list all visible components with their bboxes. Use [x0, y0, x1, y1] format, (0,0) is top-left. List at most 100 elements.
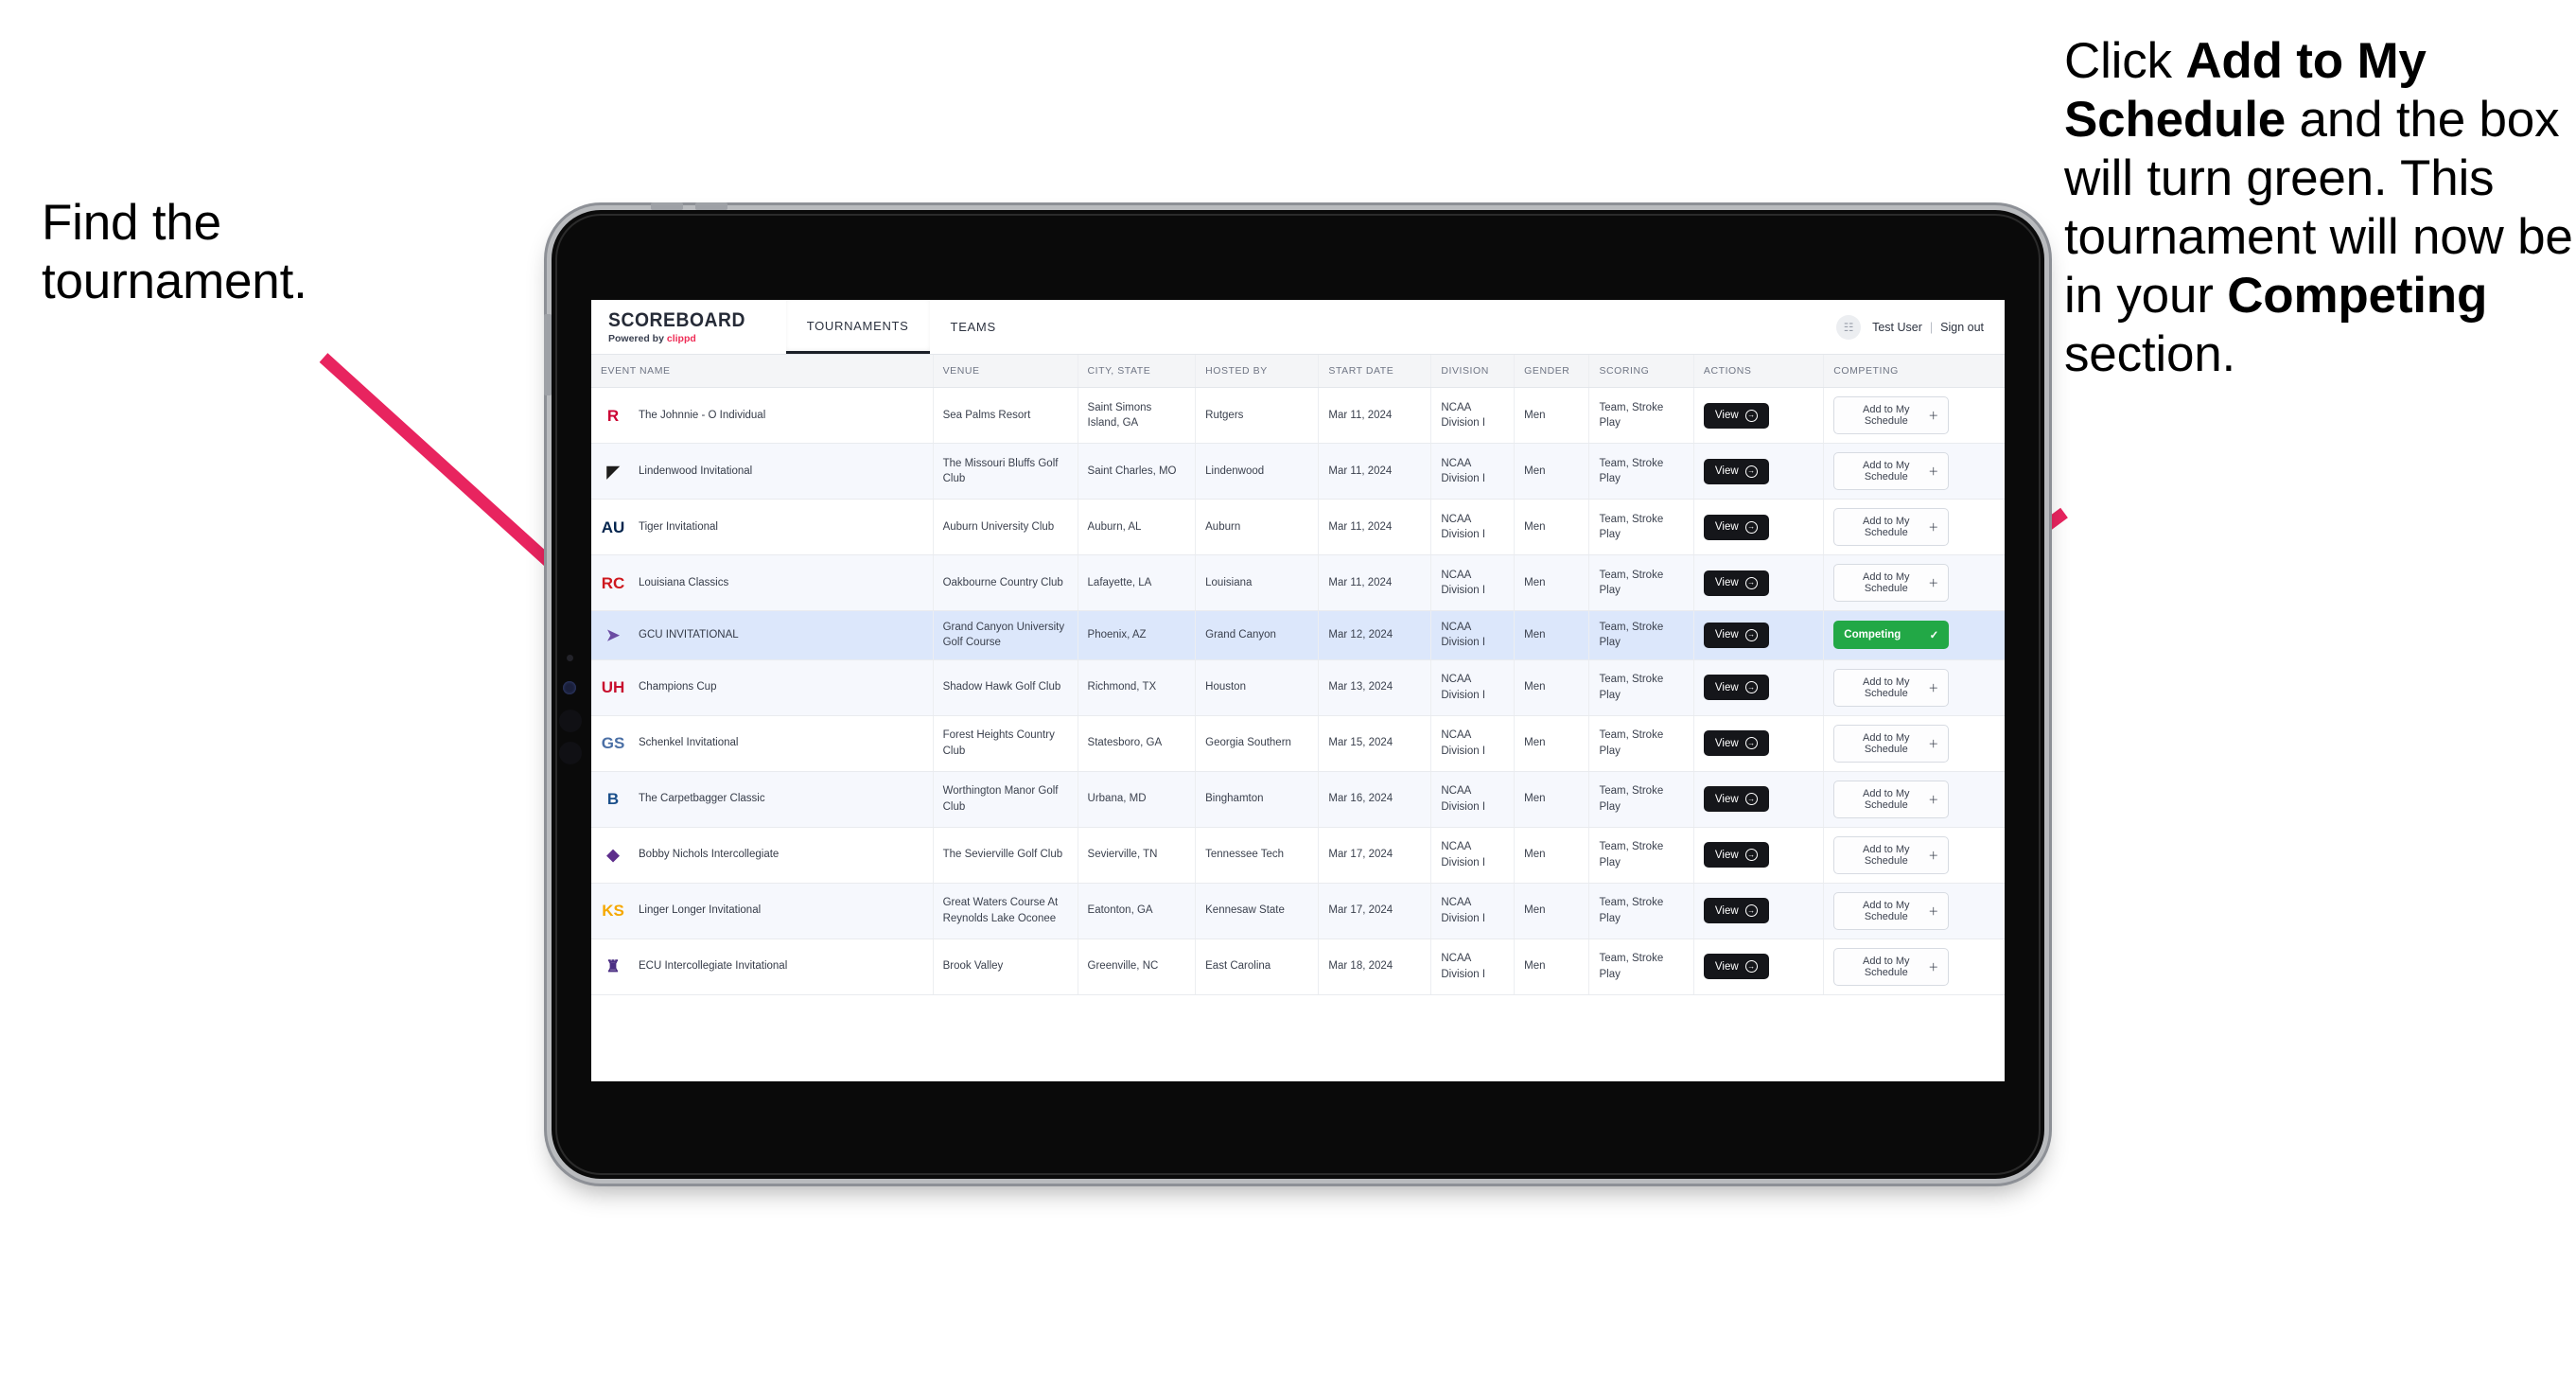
cell-event-name: GS Schenkel Invitational: [591, 715, 934, 772]
add-to-my-schedule-button[interactable]: Add to My Schedule ＋: [1833, 452, 1950, 490]
competing-button[interactable]: Competing ✓: [1833, 621, 1950, 650]
cell-hosted-by: Lindenwood: [1195, 443, 1320, 500]
cell-gender: Men: [1514, 554, 1590, 611]
cell-division: NCAA Division I: [1430, 827, 1516, 884]
view-button[interactable]: View →: [1703, 458, 1769, 484]
view-button[interactable]: View →: [1703, 954, 1769, 980]
add-to-my-schedule-button[interactable]: Add to My Schedule ＋: [1833, 508, 1950, 546]
brand-title: SCOREBOARD: [608, 308, 746, 331]
volume-down-button[interactable]: [695, 202, 727, 210]
add-to-my-schedule-button[interactable]: Add to My Schedule ＋: [1833, 396, 1950, 434]
cell-gender: Men: [1514, 771, 1590, 828]
louisiana-ragin-cajuns-logo: RC: [601, 573, 625, 592]
add-to-my-schedule-button[interactable]: Add to My Schedule ＋: [1833, 564, 1950, 602]
plus-icon: ＋: [1928, 738, 1939, 750]
cell-city-state: Saint Simons Island, GA: [1078, 387, 1197, 444]
arrow-right-circle-icon: →: [1744, 849, 1758, 862]
add-to-my-schedule-button[interactable]: Add to My Schedule ＋: [1833, 724, 1950, 763]
cell-division: NCAA Division I: [1430, 387, 1516, 444]
view-button[interactable]: View →: [1703, 675, 1769, 701]
user-separator: |: [1929, 320, 1934, 334]
cell-competing: Competing ✓: [1823, 610, 2005, 660]
annotation-right-segment-4: section.: [2064, 326, 2236, 382]
arrow-right-circle-icon: →: [1744, 793, 1758, 806]
cell-scoring: Team, Stroke Play: [1588, 659, 1694, 716]
view-button[interactable]: View →: [1703, 402, 1769, 429]
add-to-my-schedule-button[interactable]: Add to My Schedule ＋: [1833, 947, 1950, 986]
column-header-venue: VENUE: [933, 355, 1078, 388]
cell-competing: Add to My Schedule ＋: [1823, 827, 2005, 884]
event-cell: ◆ Bobby Nichols Intercollegiate: [601, 843, 923, 868]
cell-venue: Brook Valley: [933, 939, 1078, 995]
cell-hosted-by: Georgia Southern: [1195, 715, 1320, 772]
cell-actions: View →: [1693, 771, 1825, 828]
cell-competing: Add to My Schedule ＋: [1823, 387, 2005, 444]
annotation-find-tournament: Find the tournament.: [42, 194, 448, 311]
view-button[interactable]: View →: [1703, 730, 1769, 757]
cell-city-state: Eatonton, GA: [1078, 883, 1197, 939]
cell-start-date: Mar 11, 2024: [1318, 499, 1432, 555]
tab-tournaments[interactable]: TOURNAMENTS: [785, 300, 930, 354]
volume-up-button[interactable]: [651, 202, 683, 210]
view-button[interactable]: View →: [1703, 570, 1769, 596]
cell-scoring: Team, Stroke Play: [1588, 939, 1694, 995]
view-button[interactable]: View →: [1703, 842, 1769, 868]
power-button[interactable]: [544, 314, 552, 395]
table-row[interactable]: AU Tiger Invitational Auburn University Cl…: [591, 499, 2005, 555]
view-button-label: View: [1714, 681, 1739, 693]
table-row[interactable]: ◆ Bobby Nichols Intercollegiate The Sevier…: [591, 827, 2005, 884]
add-to-my-schedule-button[interactable]: Add to My Schedule ＋: [1833, 835, 1950, 874]
sign-out-link[interactable]: Sign out: [1940, 321, 1984, 334]
tab-teams[interactable]: TEAMS: [930, 300, 1017, 354]
cell-hosted-by: Rutgers: [1195, 387, 1320, 444]
cell-competing: Add to My Schedule ＋: [1823, 499, 2005, 555]
walkthrough-canvas: Find the tournament. Click Add to My Sch…: [0, 0, 2576, 1386]
table-row[interactable]: B The Carpetbagger Classic Worthington Man…: [591, 771, 2005, 828]
plus-icon: ＋: [1928, 961, 1939, 974]
camera-lens-upper: [559, 710, 582, 732]
user-avatar-icon[interactable]: ☷: [1836, 314, 1862, 340]
table-row[interactable]: ◤ Lindenwood Invitational The Missouri Blu…: [591, 443, 2005, 500]
plus-icon: ＋: [1928, 850, 1939, 862]
cell-event-name: ◆ Bobby Nichols Intercollegiate: [591, 827, 934, 884]
cell-actions: View →: [1693, 939, 1825, 995]
brand-logo: SCOREBOARD Powered by clippd: [608, 300, 786, 354]
event-name-label: Schenkel Invitational: [639, 737, 739, 749]
view-button[interactable]: View →: [1703, 786, 1769, 813]
cell-gender: Men: [1514, 659, 1590, 716]
arrow-right-circle-icon: →: [1744, 465, 1758, 478]
cell-city-state: Lafayette, LA: [1078, 554, 1197, 611]
cell-actions: View →: [1693, 499, 1825, 555]
add-to-my-schedule-button[interactable]: Add to My Schedule ＋: [1833, 891, 1950, 930]
cell-scoring: Team, Stroke Play: [1588, 715, 1694, 772]
table-row[interactable]: RC Louisiana Classics Oakbourne Country Cl…: [591, 554, 2005, 611]
cell-venue: The Missouri Bluffs Golf Club: [933, 443, 1078, 500]
cell-gender: Men: [1514, 827, 1590, 884]
column-header-scoring: SCORING: [1588, 355, 1694, 388]
table-row[interactable]: R The Johnnie - O Individual Sea Palms Res…: [591, 387, 2005, 444]
view-button[interactable]: View →: [1703, 898, 1769, 924]
cell-scoring: Team, Stroke Play: [1588, 771, 1694, 828]
view-button[interactable]: View →: [1703, 622, 1769, 648]
cell-venue: Great Waters Course At Reynolds Lake Oco…: [933, 883, 1078, 939]
table-row[interactable]: KS Linger Longer Invitational Great Waters…: [591, 883, 2005, 939]
cell-actions: View →: [1693, 883, 1825, 939]
view-button-label: View: [1714, 793, 1739, 805]
event-name-label: Champions Cup: [639, 681, 717, 693]
cell-start-date: Mar 16, 2024: [1318, 771, 1432, 828]
view-button-label: View: [1714, 629, 1739, 641]
annotation-right-segment-0: Click: [2064, 33, 2186, 89]
event-cell: RC Louisiana Classics: [601, 570, 923, 595]
table-row[interactable]: UH Champions Cup Shadow Hawk Golf Club Rich…: [591, 659, 2005, 716]
add-to-my-schedule-button[interactable]: Add to My Schedule ＋: [1833, 668, 1950, 707]
table-row[interactable]: GS Schenkel Invitational Forest Heights Co…: [591, 715, 2005, 772]
cell-scoring: Team, Stroke Play: [1588, 883, 1694, 939]
add-to-my-schedule-button[interactable]: Add to My Schedule ＋: [1833, 780, 1950, 818]
event-name-label: ECU Intercollegiate Invitational: [639, 960, 788, 973]
column-header-event-name: EVENT NAME: [591, 355, 934, 388]
view-button[interactable]: View →: [1703, 514, 1769, 540]
table-row[interactable]: ➤ GCU INVITATIONAL Grand Canyon University…: [591, 610, 2005, 660]
clippd-label: clippd: [666, 332, 696, 344]
table-row[interactable]: ♜ ECU Intercollegiate Invitational Brook V…: [591, 939, 2005, 995]
lindenwood-logo: ◤: [606, 462, 620, 481]
